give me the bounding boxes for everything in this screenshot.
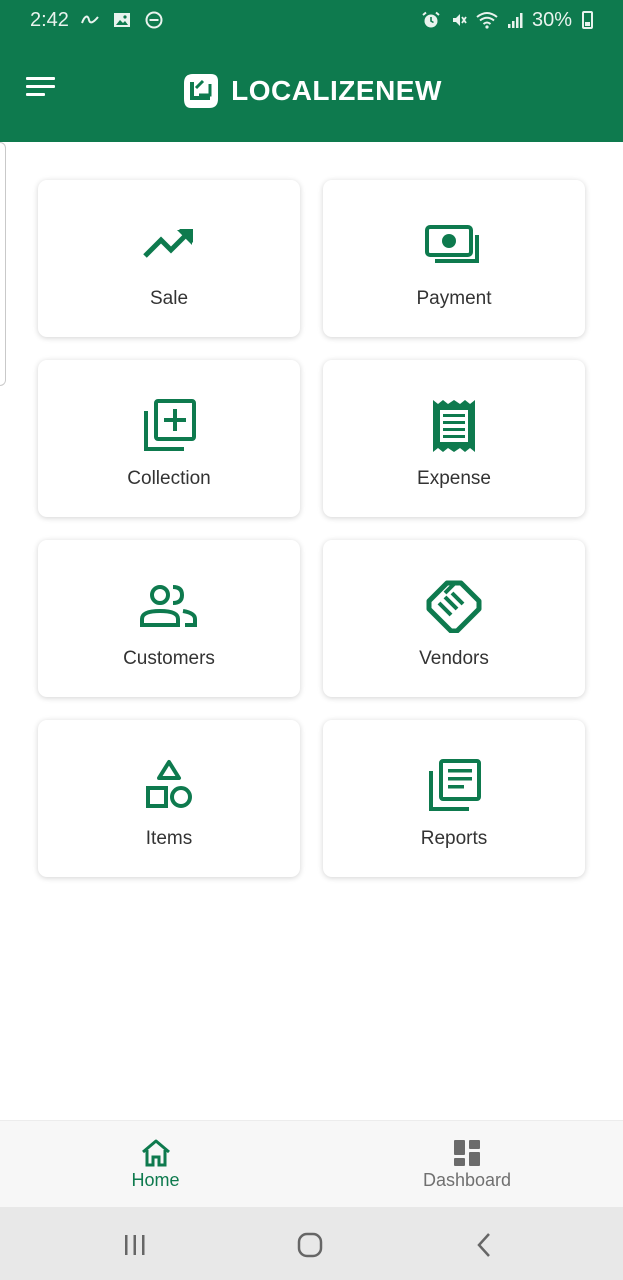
tile-label: Customers <box>123 648 215 669</box>
app-bar: LOCALIZENEW <box>0 40 623 142</box>
shapes-icon <box>139 756 199 816</box>
tile-label: Expense <box>417 468 491 489</box>
battery-percent: 30% <box>531 8 572 31</box>
receipt-icon <box>424 396 484 456</box>
battery-icon <box>582 11 593 29</box>
bottom-nav: Home Dashboard <box>0 1120 623 1207</box>
status-bar: 2:42 30% <box>0 0 623 40</box>
nav-home-label: Home <box>131 1169 180 1190</box>
handshake-icon <box>424 576 484 636</box>
nav-home[interactable]: Home <box>0 1121 311 1207</box>
signal-icon <box>504 9 526 31</box>
wifi-icon <box>476 9 498 31</box>
status-right: 30% <box>420 9 593 32</box>
tile-sale[interactable]: Sale <box>38 180 300 337</box>
newspaper-icon <box>424 756 484 816</box>
tile-label: Items <box>145 828 193 849</box>
status-left: 2:42 <box>30 9 165 32</box>
tile-vendors[interactable]: Vendors <box>323 540 585 697</box>
dashboard-icon <box>454 1139 480 1166</box>
mute-icon <box>448 9 470 31</box>
image-icon <box>111 9 133 31</box>
nav-dashboard[interactable]: Dashboard <box>311 1121 623 1207</box>
drawer-handle[interactable] <box>0 142 6 386</box>
app-title: LOCALIZENEW <box>231 75 442 106</box>
tile-label: Collection <box>127 468 211 489</box>
tile-payment[interactable]: Payment <box>323 180 585 337</box>
back-button[interactable] <box>464 1225 504 1265</box>
swipe-notification-icon <box>79 9 101 31</box>
trending-up-icon <box>139 216 199 276</box>
library-add-icon <box>139 396 199 456</box>
tile-items[interactable]: Items <box>38 720 300 877</box>
back-chevron-icon <box>477 1233 490 1257</box>
home-system-button[interactable] <box>290 1225 330 1265</box>
tile-label: Vendors <box>419 648 489 669</box>
menu-icon <box>26 77 55 96</box>
people-icon <box>139 576 199 636</box>
menu-grid: Sale Payment Collection Expense Customer… <box>38 180 586 877</box>
recents-button[interactable] <box>115 1225 155 1265</box>
tile-label: Sale <box>149 288 189 309</box>
tile-reports[interactable]: Reports <box>323 720 585 877</box>
tile-customers[interactable]: Customers <box>38 540 300 697</box>
localize-logo-icon <box>184 74 219 108</box>
tile-collection[interactable]: Collection <box>38 360 300 517</box>
recents-icon <box>125 1235 145 1255</box>
menu-button[interactable] <box>26 76 60 104</box>
do-not-disturb-icon <box>143 9 165 31</box>
cash-icon <box>424 216 484 276</box>
nav-dashboard-label: Dashboard <box>422 1169 512 1190</box>
tile-label: Reports <box>420 828 488 849</box>
status-time: 2:42 <box>30 8 69 31</box>
home-icon <box>141 1139 170 1166</box>
tile-label: Payment <box>416 288 492 309</box>
brand: LOCALIZENEW <box>181 71 442 111</box>
tile-expense[interactable]: Expense <box>323 360 585 517</box>
home-circle-icon <box>297 1232 323 1258</box>
system-nav-bar <box>0 1207 623 1280</box>
alarm-icon <box>420 9 442 31</box>
